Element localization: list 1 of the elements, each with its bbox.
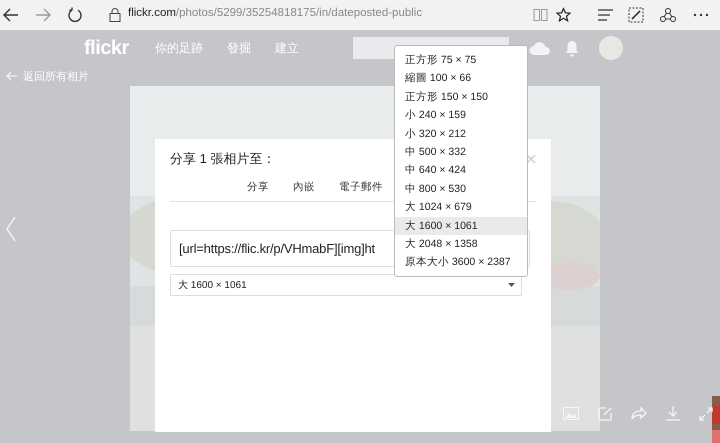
dialog-title: 分享 1 張相片至： [170, 150, 276, 168]
